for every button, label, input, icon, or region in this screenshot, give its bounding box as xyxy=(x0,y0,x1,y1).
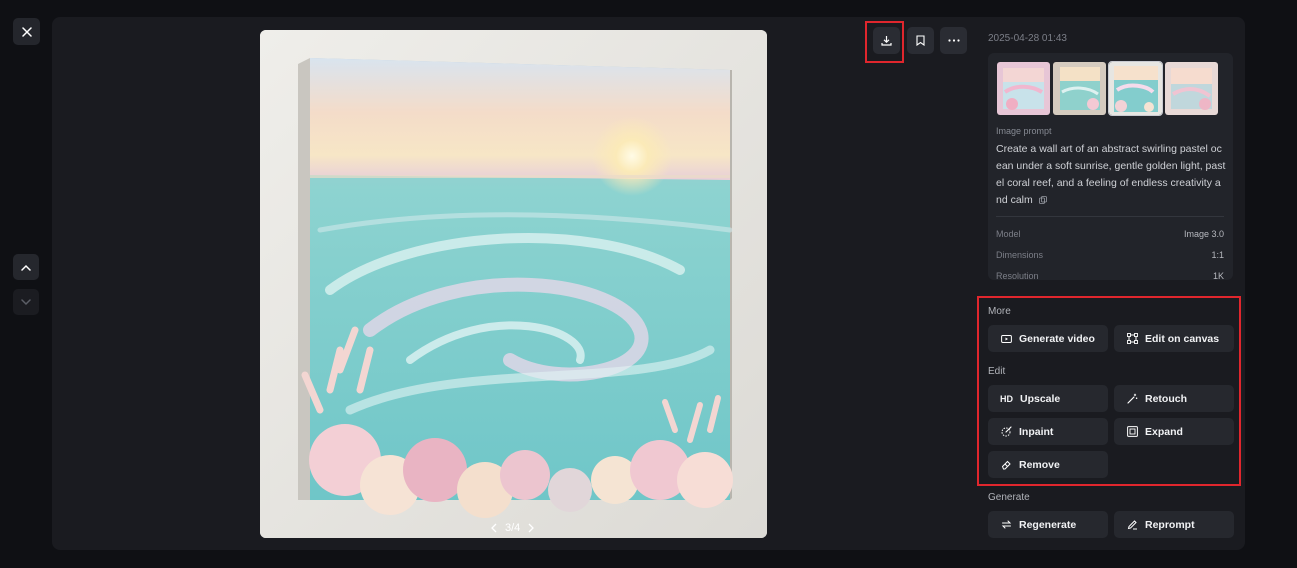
regenerate-label: Regenerate xyxy=(1019,518,1077,531)
regenerate-icon xyxy=(1000,519,1012,531)
thumbnail-2[interactable] xyxy=(1053,62,1106,115)
chevron-right-icon[interactable] xyxy=(528,523,535,533)
thumbnail-1[interactable] xyxy=(997,62,1050,115)
meta-resolution: Resolution 1K xyxy=(996,271,1224,280)
copy-icon[interactable] xyxy=(1038,196,1047,205)
more-options-button[interactable] xyxy=(940,27,967,54)
meta-key: Model xyxy=(996,229,1021,239)
pager-label: 3/4 xyxy=(505,522,521,534)
thumbnail-4[interactable] xyxy=(1165,62,1218,115)
prompt-body: Create a wall art of an abstract swirlin… xyxy=(996,143,1226,206)
meta-dimensions: Dimensions 1:1 xyxy=(996,250,1224,260)
bookmark-icon xyxy=(916,35,925,46)
more-icon xyxy=(947,39,960,42)
actions-highlight xyxy=(977,296,1241,486)
chevron-down-icon xyxy=(21,298,31,306)
regenerate-button[interactable]: Regenerate xyxy=(988,511,1108,538)
divider xyxy=(996,216,1224,217)
prompt-label: Image prompt xyxy=(996,126,1052,136)
chevron-up-icon xyxy=(21,264,31,271)
image-pager: 3/4 xyxy=(490,522,535,534)
close-button[interactable] xyxy=(13,18,40,45)
meta-value: 1K xyxy=(1212,271,1224,280)
generated-image xyxy=(260,30,767,538)
meta-key: Dimensions xyxy=(996,250,1044,260)
previous-button[interactable] xyxy=(13,254,39,280)
chevron-left-icon[interactable] xyxy=(490,523,497,533)
bookmark-button[interactable] xyxy=(907,27,934,54)
pencil-icon xyxy=(1126,519,1138,531)
prompt-text: Create a wall art of an abstract swirlin… xyxy=(996,141,1226,209)
download-highlight xyxy=(865,21,904,63)
reprompt-button[interactable]: Reprompt xyxy=(1114,511,1234,538)
next-button[interactable] xyxy=(13,289,39,315)
created-date: 2025-04-28 01:43 xyxy=(988,33,1067,44)
meta-key: Resolution xyxy=(996,271,1039,280)
meta-value: Image 3.0 xyxy=(1183,229,1224,239)
meta-value: 1:1 xyxy=(1211,250,1224,260)
thumbnail-3[interactable] xyxy=(1108,61,1163,116)
image-info-card: Image prompt Create a wall art of an abs… xyxy=(988,53,1233,280)
close-icon xyxy=(21,26,32,37)
meta-model: Model Image 3.0 xyxy=(996,229,1224,239)
reprompt-label: Reprompt xyxy=(1145,518,1195,531)
thumbnail-strip xyxy=(997,61,1218,116)
section-generate-label: Generate xyxy=(988,492,1030,503)
